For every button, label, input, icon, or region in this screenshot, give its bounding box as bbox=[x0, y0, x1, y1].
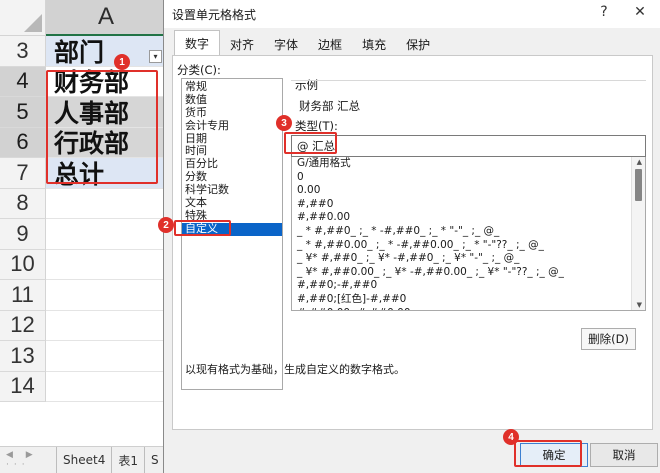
format-code-item[interactable]: #,##0;[红色]-#,##0 bbox=[292, 293, 645, 307]
row-header[interactable]: 13 bbox=[0, 341, 46, 372]
format-code-item[interactable]: #,##0.00 bbox=[292, 211, 645, 225]
format-code-item[interactable]: 0 bbox=[292, 171, 645, 185]
cell-a14[interactable] bbox=[46, 371, 166, 402]
row-header[interactable]: 5 bbox=[0, 97, 46, 128]
category-label: 分类(C): bbox=[177, 63, 221, 77]
cell-a11[interactable] bbox=[46, 280, 166, 311]
column-header-a[interactable]: A bbox=[46, 0, 166, 36]
category-item[interactable]: 文本 bbox=[182, 196, 282, 210]
select-all-corner[interactable] bbox=[0, 0, 46, 36]
format-code-list[interactable]: G/通用格式 0 0.00 #,##0 #,##0.00 _ * #,##0_ ;_ * … bbox=[291, 157, 646, 311]
highlight-cells-box bbox=[46, 70, 158, 184]
row-header[interactable]: 8 bbox=[0, 188, 46, 219]
highlight-type-input bbox=[284, 132, 337, 154]
format-code-item[interactable]: #,##0 bbox=[292, 198, 645, 212]
row-headers: 3 4 5 6 7 8 9 10 11 12 13 14 bbox=[0, 36, 46, 402]
scroll-up-icon[interactable]: ▲ bbox=[637, 158, 642, 166]
step-badge-2: 2 bbox=[158, 217, 174, 233]
row-header[interactable]: 7 bbox=[0, 158, 46, 189]
sheet-tab[interactable]: Sheet4 bbox=[56, 447, 111, 473]
dialog-title: 设置单元格格式 bbox=[172, 7, 257, 22]
format-code-item[interactable]: _ ¥* #,##0_ ;_ ¥* -#,##0_ ;_ ¥* "-"_ ;_ … bbox=[292, 252, 645, 266]
row-header[interactable]: 10 bbox=[0, 249, 46, 280]
dialog-titlebar: 设置单元格格式 ? ✕ bbox=[164, 0, 660, 28]
step-badge-1: 1 bbox=[114, 54, 130, 70]
format-code-item[interactable]: _ * #,##0_ ;_ * -#,##0_ ;_ * "-"_ ;_ @_ bbox=[292, 225, 645, 239]
format-code-item[interactable]: #,##0.00;-#,##0.00 bbox=[292, 307, 645, 310]
category-item[interactable]: 数值 bbox=[182, 93, 282, 107]
row-header[interactable]: 3 bbox=[0, 36, 46, 67]
row-header[interactable]: 6 bbox=[0, 127, 46, 158]
close-icon[interactable]: ✕ bbox=[630, 4, 650, 20]
tab-border[interactable]: 边框 bbox=[308, 32, 352, 56]
row-header[interactable]: 4 bbox=[0, 66, 46, 97]
format-code-item[interactable]: 0.00 bbox=[292, 184, 645, 198]
number-tab-panel: 分类(C): 常规 数值 货币 会计专用 日期 时间 百分比 分数 科学记数 文本 特殊 自定义 示例… bbox=[172, 55, 653, 430]
format-code-item[interactable]: _ ¥* #,##0.00_ ;_ ¥* -#,##0.00_ ;_ ¥* "-… bbox=[292, 266, 645, 280]
category-item[interactable]: 常规 bbox=[182, 80, 282, 94]
highlight-custom-category bbox=[174, 220, 231, 236]
row-header[interactable]: 11 bbox=[0, 280, 46, 311]
delete-button[interactable]: 删除(D) bbox=[581, 328, 636, 350]
sheet-tab[interactable]: 表1 bbox=[111, 447, 144, 473]
cell-a13[interactable] bbox=[46, 341, 166, 372]
tab-fill[interactable]: 填充 bbox=[352, 32, 396, 56]
row-header[interactable]: 14 bbox=[0, 371, 46, 402]
format-code-item[interactable]: #,##0;-#,##0 bbox=[292, 279, 645, 293]
sheet-tab-bar: ◀ ▶ ··· Sheet4 表1 S bbox=[0, 446, 166, 473]
row-header[interactable]: 9 bbox=[0, 219, 46, 250]
cell-a10[interactable] bbox=[46, 249, 166, 280]
format-cells-dialog: 设置单元格格式 ? ✕ 数字 对齐 字体 边框 填充 保护 分类(C): 常规数… bbox=[163, 0, 660, 473]
format-list-scrollbar[interactable]: ▲ ▼ bbox=[631, 157, 645, 310]
category-item[interactable]: 会计专用 bbox=[182, 119, 282, 133]
sheet-tab[interactable]: S bbox=[143, 447, 165, 473]
cell-a8[interactable] bbox=[46, 188, 166, 219]
screenshot-root: A 3 4 5 6 7 8 9 10 11 12 13 14 部门 ▾ 财务部 人事部 行政部 总计 ◀ ▶ ·… bbox=[0, 0, 660, 473]
tab-protection[interactable]: 保护 bbox=[396, 32, 440, 56]
highlight-ok-button bbox=[514, 440, 582, 467]
format-code-item[interactable]: _ * #,##0.00_ ;_ * -#,##0.00_ ;_ * "-"??… bbox=[292, 239, 645, 253]
scroll-down-icon[interactable]: ▼ bbox=[637, 301, 642, 309]
filter-dropdown-icon[interactable]: ▾ bbox=[149, 49, 162, 63]
cell-a3[interactable]: 部门 ▾ bbox=[46, 36, 166, 67]
type-input[interactable]: @ 汇总 bbox=[291, 135, 646, 157]
step-badge-4: 4 bbox=[503, 429, 519, 445]
tab-number[interactable]: 数字 bbox=[174, 30, 221, 56]
format-code-item[interactable]: G/通用格式 bbox=[292, 157, 645, 171]
tab-font[interactable]: 字体 bbox=[264, 32, 308, 56]
tab-alignment[interactable]: 对齐 bbox=[220, 32, 264, 56]
scroll-thumb[interactable] bbox=[635, 169, 642, 201]
cell-a12[interactable] bbox=[46, 310, 166, 341]
sheet-nav-arrows[interactable]: ◀ ▶ ··· bbox=[0, 450, 56, 470]
cancel-button[interactable]: 取消 bbox=[590, 443, 658, 467]
category-item[interactable]: 货币 bbox=[182, 106, 282, 120]
dialog-tabs: 数字 对齐 字体 边框 填充 保护 bbox=[174, 30, 440, 56]
help-icon[interactable]: ? bbox=[594, 4, 614, 20]
row-header[interactable]: 12 bbox=[0, 310, 46, 341]
sample-value: 财务部 汇总 bbox=[299, 99, 361, 113]
cell-a9[interactable] bbox=[46, 219, 166, 250]
step-badge-3: 3 bbox=[276, 115, 292, 131]
hint-text: 以现有格式为基础，生成自定义的数字格式。 bbox=[185, 363, 405, 376]
